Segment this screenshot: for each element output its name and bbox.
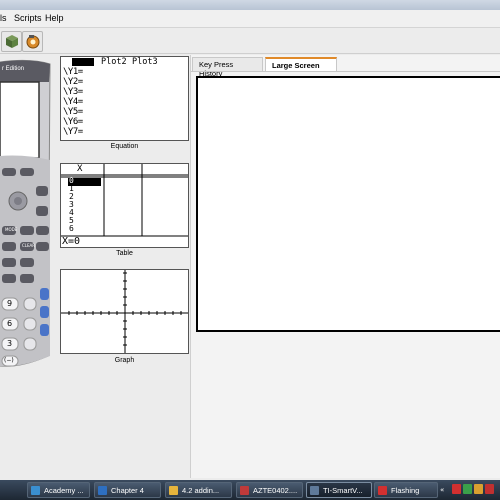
taskbar-item-label: Flashing <box>391 486 420 495</box>
menu-tools[interactable]: ls <box>0 13 7 23</box>
taskbar-item-azte0402[interactable]: AZTE0402.... <box>236 482 303 498</box>
tab-divider <box>191 71 500 72</box>
taskbar-item-flashing[interactable]: Flashing <box>374 482 438 498</box>
large-screen-display[interactable] <box>196 76 500 332</box>
equation-row-y1[interactable]: \Y1= <box>63 68 83 77</box>
equation-row-y7[interactable]: \Y7= <box>63 128 83 137</box>
tab-key-press-history[interactable]: Key Press History <box>192 57 263 78</box>
equation-row-y5[interactable]: \Y5= <box>63 108 83 117</box>
taskbar-item-label: Chapter 4 <box>111 486 144 495</box>
plot1-selected-highlight <box>72 58 94 66</box>
graph-caption: Graph <box>114 357 135 364</box>
equation-row-y3[interactable]: \Y3= <box>63 88 83 97</box>
flash-icon <box>378 486 387 495</box>
key-3[interactable]: 3 <box>7 339 12 348</box>
equation-row-y6[interactable]: \Y6= <box>63 118 83 127</box>
calculator-icon <box>310 486 319 495</box>
tray-network-icon[interactable] <box>463 484 472 494</box>
graph-screen[interactable] <box>60 269 189 354</box>
table-header-x: X <box>77 164 83 174</box>
taskbar: Academy ... Chapter 4 4.2 addin... AZTE0… <box>0 480 500 500</box>
plot2-label[interactable]: Plot2 <box>101 57 127 67</box>
table-screen[interactable]: X 0 1 2 3 4 5 6 X=0 <box>60 163 189 248</box>
taskbar-item-label: TI-SmartV... <box>323 486 363 495</box>
tray-app-icon[interactable] <box>474 484 483 494</box>
folder-icon <box>169 486 178 495</box>
cube-icon <box>6 35 18 48</box>
toolbar <box>0 28 500 54</box>
taskbar-item-ti-smartview[interactable]: TI-SmartV... <box>306 482 372 498</box>
table-grid-lines <box>61 164 188 237</box>
key-mode[interactable]: MODE <box>5 227 17 232</box>
key-clear[interactable]: CLEAR <box>22 243 35 248</box>
equation-row-y4[interactable]: \Y4= <box>63 98 83 107</box>
menu-scripts[interactable]: Scripts <box>14 13 42 23</box>
menu-help[interactable]: Help <box>45 13 64 23</box>
table-footer: X=0 <box>62 236 81 247</box>
equation-row-y2[interactable]: \Y2= <box>63 78 83 87</box>
plot3-label[interactable]: Plot3 <box>132 57 158 67</box>
key-6[interactable]: 6 <box>7 319 12 328</box>
taskbar-item-academy[interactable]: Academy ... <box>27 482 90 498</box>
calculator-edition-label: r Edition <box>2 66 25 72</box>
table-caption: Table <box>116 250 133 257</box>
camera-icon <box>26 35 40 49</box>
taskbar-item-label: 4.2 addin... <box>182 486 220 495</box>
taskbar-item-label: Academy ... <box>44 486 84 495</box>
equation-caption: Equation <box>110 143 139 150</box>
presentation-icon <box>240 486 249 495</box>
key-9[interactable]: 9 <box>7 299 12 308</box>
calculator-emulator[interactable]: r Edition MODE CLEAR 9 6 3 (−) <box>0 56 52 370</box>
key-negative[interactable]: (−) <box>4 357 14 364</box>
calculator-cube-button[interactable] <box>1 31 22 52</box>
taskbar-item-label: AZTE0402.... <box>253 486 298 495</box>
taskbar-item-4-2-addin[interactable]: 4.2 addin... <box>165 482 232 498</box>
table-x-cell[interactable]: 6 <box>69 225 74 233</box>
window-title-bar <box>0 0 500 10</box>
tray-security-icon[interactable] <box>485 484 494 494</box>
tab-large-screen[interactable]: Large Screen <box>265 57 337 71</box>
tray-expand-icon[interactable]: « <box>440 486 444 494</box>
word-document-icon <box>98 486 107 495</box>
capture-screen-button[interactable] <box>22 31 43 52</box>
app-icon <box>31 486 40 495</box>
graph-axes <box>61 270 188 353</box>
equation-screen[interactable]: Plot2 Plot3 \Y1= \Y2= \Y3= \Y4= \Y5= \Y6… <box>60 56 189 141</box>
menu-bar: ls Scripts Help <box>0 10 500 28</box>
taskbar-item-chapter4[interactable]: Chapter 4 <box>94 482 161 498</box>
tray-flash-icon[interactable] <box>452 484 461 494</box>
